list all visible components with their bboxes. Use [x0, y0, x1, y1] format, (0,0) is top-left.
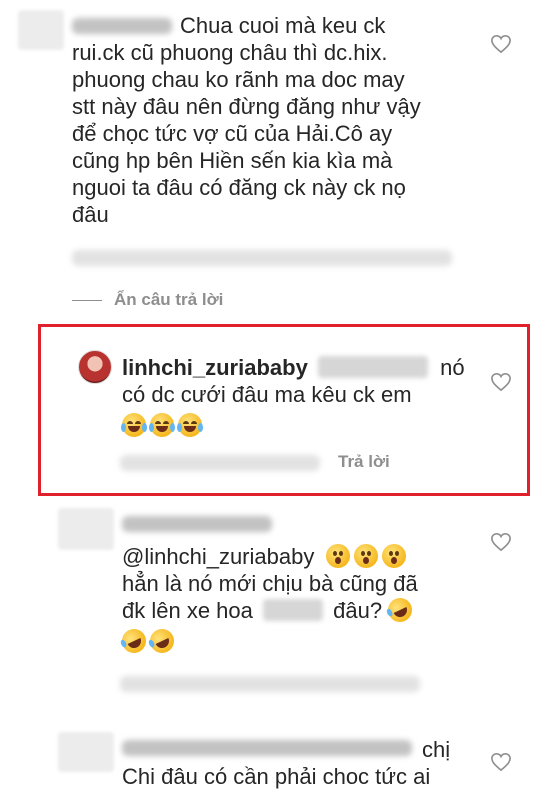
comment-line: Chua cuoi mà keu ck — [180, 13, 386, 38]
emoji-row — [118, 625, 418, 657]
username[interactable] — [122, 516, 272, 532]
emoji-row — [121, 412, 465, 439]
comment-meta — [120, 455, 320, 471]
reply-button[interactable]: Trả lời — [338, 452, 390, 472]
comment-line: đâu? — [333, 598, 383, 623]
divider — [72, 299, 102, 301]
comment-text: Chua cuoi mà keu ck — [180, 12, 385, 39]
comment-line: hẳn là nó mới chịu bà cũng đã — [122, 571, 418, 596]
comment-text: Chi đâu có cần phải choc tức ai — [122, 763, 430, 790]
hide-replies-label: Ẩn câu trả lời — [114, 290, 224, 309]
comment-line: phuong chau ko rãnh ma doc may — [72, 67, 405, 92]
comment-text: rui.ck cũ phuong châu thì dc.hix. phuong… — [72, 39, 421, 228]
rolling-on-floor-laughing-icon — [118, 625, 150, 657]
username[interactable] — [122, 740, 412, 756]
face-with-tears-of-joy-icon — [149, 413, 175, 437]
comment-line: nguoi ta đâu có đăng ck này ck nọ — [72, 175, 406, 200]
emoji-row — [326, 544, 410, 569]
comment-meta — [72, 250, 452, 266]
hide-replies-button[interactable]: Ẩn câu trả lời — [72, 290, 223, 310]
face-with-tears-of-joy-icon — [177, 413, 203, 437]
hushed-face-icon — [382, 544, 407, 568]
blurred-text — [263, 599, 323, 621]
blurred-text — [317, 356, 428, 378]
mention-link[interactable]: @linhchi_zuriababy — [122, 544, 314, 569]
face-with-tears-of-joy-icon — [121, 413, 147, 437]
comment-text: chị — [422, 736, 450, 763]
comment-line: stt này đâu nên đừng đăng như vậy — [72, 94, 421, 119]
heart-icon[interactable] — [490, 752, 512, 772]
comment-text: @linhchi_zuriababy hẳn là nó mới chịu bà… — [118, 543, 418, 657]
comment-line: Chi đâu có cần phải choc tức ai — [122, 764, 431, 789]
hushed-face-icon — [354, 544, 379, 568]
heart-icon[interactable] — [490, 372, 512, 392]
comment-line: rui.ck cũ phuong châu thì dc.hix. — [72, 40, 388, 65]
avatar[interactable] — [18, 10, 64, 50]
heart-icon[interactable] — [490, 532, 512, 552]
username[interactable]: linhchi_zuriababy — [122, 355, 308, 380]
comment-line: đk lên xe hoa — [122, 598, 253, 623]
comment-meta — [120, 676, 420, 692]
rolling-on-floor-laughing-icon — [384, 594, 417, 626]
username[interactable] — [72, 18, 172, 34]
avatar[interactable] — [78, 350, 112, 384]
comment-line: cũng hp bên Hiền sến kia kìa mà — [72, 148, 393, 173]
hushed-face-icon — [326, 544, 351, 568]
comment-line: chị — [422, 737, 451, 762]
avatar[interactable] — [58, 508, 114, 550]
comment-line: có dc cưới đâu ma kêu ck em — [122, 382, 412, 407]
comment-line: nó — [440, 355, 465, 380]
comment-line: để chọc tức vợ cũ của Hải.Cô ay — [72, 121, 393, 146]
avatar[interactable] — [58, 732, 114, 772]
comment-line: đâu — [72, 202, 109, 227]
rolling-on-floor-laughing-icon — [146, 625, 178, 657]
heart-icon[interactable] — [490, 34, 512, 54]
comment-text: linhchi_zuriababy nó có dc cưới đâu ma k… — [121, 354, 465, 439]
